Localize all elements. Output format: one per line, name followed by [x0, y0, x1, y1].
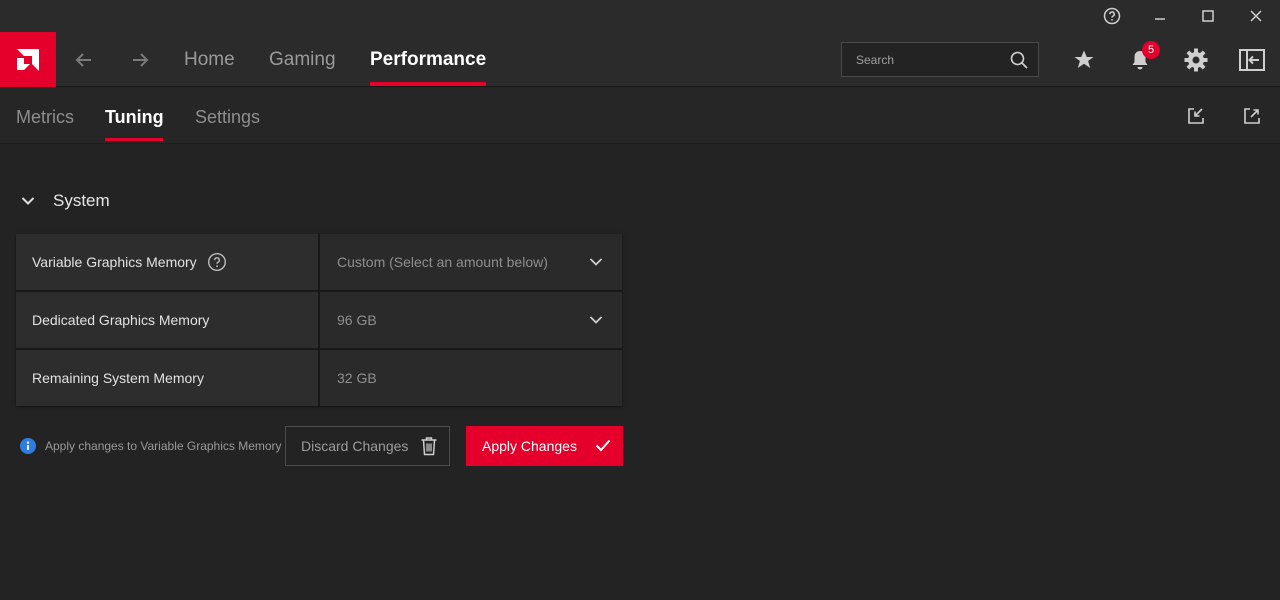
amd-logo-icon	[17, 48, 39, 71]
variable-graphics-memory-select[interactable]: Custom (Select an amount below)	[320, 234, 622, 290]
gear-icon	[1184, 48, 1208, 72]
back-button[interactable]	[70, 46, 98, 74]
arrow-right-icon	[133, 53, 149, 67]
chevron-down-icon	[588, 254, 604, 273]
dedicated-graphics-memory-label: Dedicated Graphics Memory	[16, 292, 318, 348]
variable-graphics-memory-row: Variable Graphics Memory Custom (Select …	[16, 234, 622, 290]
tab-gaming[interactable]: Gaming	[269, 49, 336, 71]
apply-label: Apply Changes	[482, 438, 577, 454]
settings-button[interactable]	[1181, 45, 1211, 75]
tab-metrics[interactable]: Metrics	[16, 107, 74, 128]
dedicated-graphics-memory-row: Dedicated Graphics Memory 96 GB	[16, 292, 622, 348]
title-bar	[0, 0, 1280, 32]
star-icon	[1074, 50, 1094, 68]
selected-value: 96 GB	[337, 312, 377, 328]
tab-home[interactable]: Home	[184, 49, 235, 71]
help-window-button[interactable]	[1088, 0, 1136, 32]
system-settings-panel: Variable Graphics Memory Custom (Select …	[16, 234, 622, 406]
close-icon	[1250, 10, 1262, 22]
section-title: System	[53, 191, 110, 210]
selected-value: Custom (Select an amount below)	[337, 254, 548, 270]
question-circle-icon	[1103, 7, 1121, 25]
amd-logo[interactable]	[0, 32, 56, 87]
tab-performance[interactable]: Performance	[370, 49, 486, 71]
close-button[interactable]	[1232, 0, 1280, 32]
minimize-icon	[1155, 18, 1165, 20]
discard-label: Discard Changes	[301, 438, 409, 454]
chevron-down-icon	[588, 312, 604, 331]
remaining-system-memory-value: 32 GB	[320, 350, 622, 406]
search-input[interactable]	[842, 43, 1002, 76]
maximize-icon	[1202, 10, 1214, 22]
apply-changes-button[interactable]: Apply Changes	[466, 426, 623, 466]
checkmark-icon	[595, 438, 611, 455]
export-profile-button[interactable]	[1240, 104, 1264, 128]
favorites-button[interactable]	[1069, 45, 1099, 75]
row-label: Variable Graphics Memory	[16, 234, 318, 290]
arrow-left-icon	[75, 53, 91, 67]
import-icon	[1188, 108, 1204, 124]
chevron-down-icon[interactable]	[16, 196, 40, 206]
sidebar-toggle-button[interactable]	[1237, 45, 1267, 75]
search-icon[interactable]	[1010, 51, 1028, 74]
import-profile-button[interactable]	[1184, 104, 1208, 128]
remaining-system-memory-label: Remaining System Memory	[16, 350, 318, 406]
system-section-header[interactable]: System	[16, 188, 110, 214]
info-text: Apply changes to Variable Graphics Memor…	[45, 439, 282, 453]
help-circle-icon[interactable]	[207, 252, 227, 272]
remaining-system-memory-row: Remaining System Memory 32 GB	[16, 350, 622, 406]
top-navigation: Home Gaming Performance Search 5	[0, 32, 1280, 87]
sub-navigation: Metrics Tuning Settings	[0, 88, 1280, 144]
panel-collapse-icon	[1239, 49, 1265, 71]
search-box[interactable]	[841, 42, 1039, 77]
variable-graphics-memory-label: Variable Graphics Memory	[32, 254, 197, 270]
active-tab-indicator	[370, 82, 486, 86]
export-icon	[1244, 108, 1260, 124]
maximize-button[interactable]	[1184, 0, 1232, 32]
minimize-button[interactable]	[1136, 0, 1184, 32]
discard-changes-button[interactable]: Discard Changes	[285, 426, 450, 466]
active-subtab-indicator	[105, 138, 163, 141]
info-icon	[20, 438, 36, 454]
trash-icon	[420, 436, 438, 459]
notification-badge: 5	[1142, 41, 1160, 59]
dedicated-graphics-memory-select[interactable]: 96 GB	[320, 292, 622, 348]
tab-tuning[interactable]: Tuning	[105, 107, 164, 128]
apply-info: Apply changes to Variable Graphics Memor…	[20, 438, 282, 454]
forward-button[interactable]	[126, 46, 154, 74]
tab-settings[interactable]: Settings	[195, 107, 260, 128]
